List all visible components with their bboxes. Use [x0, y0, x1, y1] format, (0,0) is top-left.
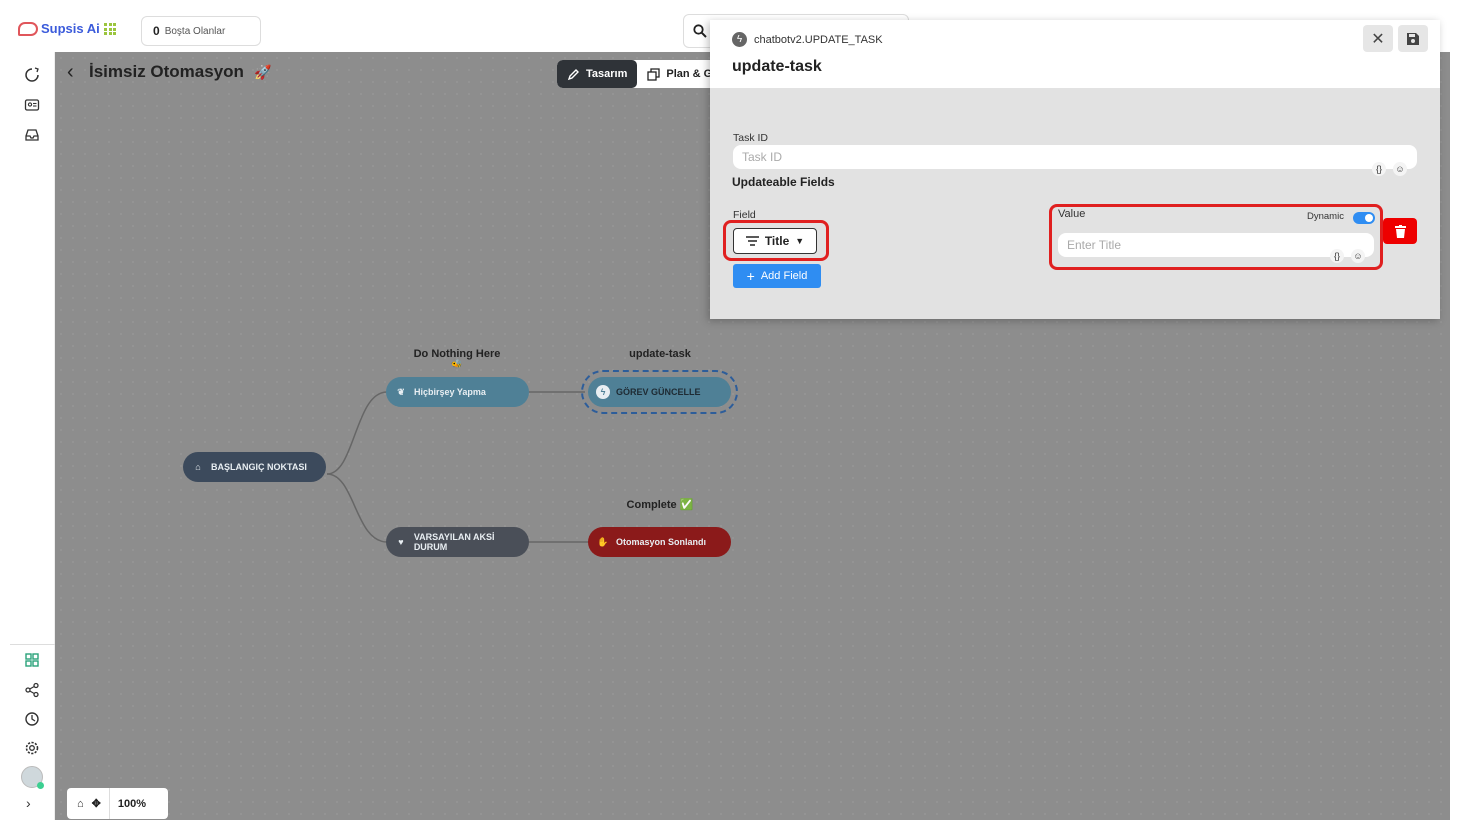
- start-node[interactable]: ⌂ BAŞLANGIÇ NOKTASI: [183, 452, 326, 482]
- end-caption-emoji: ✅: [679, 499, 694, 511]
- add-field-button[interactable]: + Add Field: [733, 264, 821, 288]
- end-caption-text: Complete: [626, 499, 677, 511]
- settings-gear-icon[interactable]: [24, 740, 40, 756]
- idle-count: 0: [153, 24, 160, 38]
- tab-design[interactable]: Tasarım: [557, 60, 638, 88]
- brand-logo[interactable]: Supsis Ai: [18, 21, 100, 36]
- delete-field-button[interactable]: [1383, 218, 1417, 244]
- field-select[interactable]: Title ▼: [733, 228, 817, 254]
- action-bolt-icon: ϟ: [732, 32, 747, 47]
- dashboard-icon[interactable]: [24, 652, 40, 668]
- node-settings-panel: ϟ chatbotv2.UPDATE_TASK update-task ✕ Ta…: [710, 20, 1440, 319]
- panel-subtitle: chatbotv2.UPDATE_TASK: [754, 33, 883, 46]
- brand-mark-icon: [18, 21, 38, 36]
- left-sidebar: ›: [10, 52, 55, 820]
- start-node-label: BAŞLANGIÇ NOKTASI: [211, 462, 307, 472]
- brand-name: Supsis Ai: [41, 21, 100, 36]
- close-icon: ✕: [1371, 30, 1385, 48]
- chat-refresh-icon[interactable]: [24, 67, 40, 83]
- update-task-node[interactable]: ϟ GÖREV GÜNCELLE: [588, 377, 731, 407]
- task-id-label: Task ID: [733, 132, 769, 144]
- noop-caption: Do Nothing Here 🐝: [389, 348, 525, 369]
- contact-card-icon[interactable]: [24, 97, 40, 113]
- panel-title[interactable]: update-task: [732, 58, 822, 76]
- mode-tabs: Tasarım Plan & G: [557, 60, 723, 88]
- idle-label: Boşta Olanlar: [164, 25, 226, 37]
- noop-node-label: Hiçbirşey Yapma: [414, 387, 486, 397]
- panel-action-type: ϟ chatbotv2.UPDATE_TASK: [732, 32, 883, 47]
- task-id-input[interactable]: Task ID: [733, 145, 1417, 169]
- close-panel-button[interactable]: ✕: [1363, 25, 1393, 52]
- design-pen-icon: [567, 68, 579, 80]
- zoom-level[interactable]: 100%: [118, 798, 146, 810]
- zoom-controls: ⌂ ✥ 100%: [67, 788, 168, 819]
- noop-caption-emoji: 🐝: [451, 359, 463, 369]
- home-icon: ⌂: [195, 462, 201, 472]
- back-chevron-icon[interactable]: ‹: [67, 62, 79, 82]
- bolt-icon: ϟ: [596, 385, 610, 399]
- end-caption: Complete ✅: [595, 498, 725, 511]
- filter-lines-icon: [745, 236, 759, 246]
- waving-hand-icon: ✋: [597, 536, 609, 547]
- share-flow-icon[interactable]: [24, 682, 40, 698]
- canvas-header: ‹ İsimsiz Otomasyon 🚀: [67, 62, 271, 82]
- update-caption: update-task: [629, 348, 691, 360]
- variables-braces-icon[interactable]: {}: [1372, 162, 1386, 176]
- value-label: Value: [1058, 208, 1086, 220]
- default-else-node[interactable]: ♥ VARSAYILAN AKSİ DURUM: [386, 527, 529, 557]
- fit-home-icon[interactable]: ⌂: [77, 798, 84, 810]
- save-disk-icon: [1407, 32, 1419, 45]
- broken-heart-icon: ♥: [398, 537, 404, 547]
- trash-icon: [1394, 224, 1406, 238]
- dynamic-toggle[interactable]: [1353, 212, 1375, 224]
- dropdown-caret-icon: ▼: [795, 236, 805, 246]
- update-task-node-label: GÖREV GÜNCELLE: [616, 387, 701, 397]
- tab-plan-label: Plan & G: [666, 68, 713, 80]
- expand-sidebar-chevron-icon[interactable]: ›: [26, 795, 40, 811]
- value-variables-braces-icon[interactable]: {}: [1330, 249, 1344, 263]
- heart-hands-icon: ❦: [397, 386, 405, 397]
- noop-node[interactable]: ❦ Hiçbirşey Yapma: [386, 377, 529, 407]
- zoom-divider: [108, 788, 110, 819]
- title-rocket-emoji: 🚀: [253, 63, 272, 80]
- emoji-picker-icon[interactable]: ☺: [1393, 162, 1407, 176]
- inbox-icon[interactable]: [24, 127, 40, 143]
- end-node[interactable]: ✋ Otomasyon Sonlandı: [588, 527, 731, 557]
- value-input[interactable]: Enter Title: [1058, 233, 1374, 257]
- tab-design-label: Tasarım: [586, 68, 628, 80]
- plan-layers-icon: [647, 67, 661, 81]
- save-button[interactable]: [1398, 25, 1428, 52]
- field-select-value: Title: [764, 234, 790, 248]
- default-else-node-label: VARSAYILAN AKSİ DURUM: [413, 532, 495, 552]
- user-avatar[interactable]: [21, 766, 44, 789]
- apps-grid-icon[interactable]: [104, 23, 116, 35]
- end-node-label: Otomasyon Sonlandı: [616, 537, 707, 547]
- automation-title[interactable]: İsimsiz Otomasyon: [89, 62, 244, 82]
- dynamic-label: Dynamic: [1307, 211, 1344, 222]
- value-emoji-picker-icon[interactable]: ☺: [1351, 249, 1365, 263]
- add-field-label: Add Field: [760, 270, 808, 282]
- updateable-fields-title: Updateable Fields: [732, 175, 835, 189]
- pan-move-icon[interactable]: ✥: [92, 797, 101, 810]
- search-icon: [693, 24, 707, 38]
- panel-header: ϟ chatbotv2.UPDATE_TASK update-task ✕: [710, 20, 1440, 88]
- app-frame: Supsis Ai 0 Boşta Olanlar › ‹ İsimsiz Ot…: [10, 10, 1450, 820]
- idle-agents-counter[interactable]: 0 Boşta Olanlar: [141, 16, 261, 46]
- reports-clock-icon[interactable]: [24, 711, 40, 727]
- sidebar-divider: [10, 644, 55, 645]
- plus-icon: +: [746, 268, 755, 284]
